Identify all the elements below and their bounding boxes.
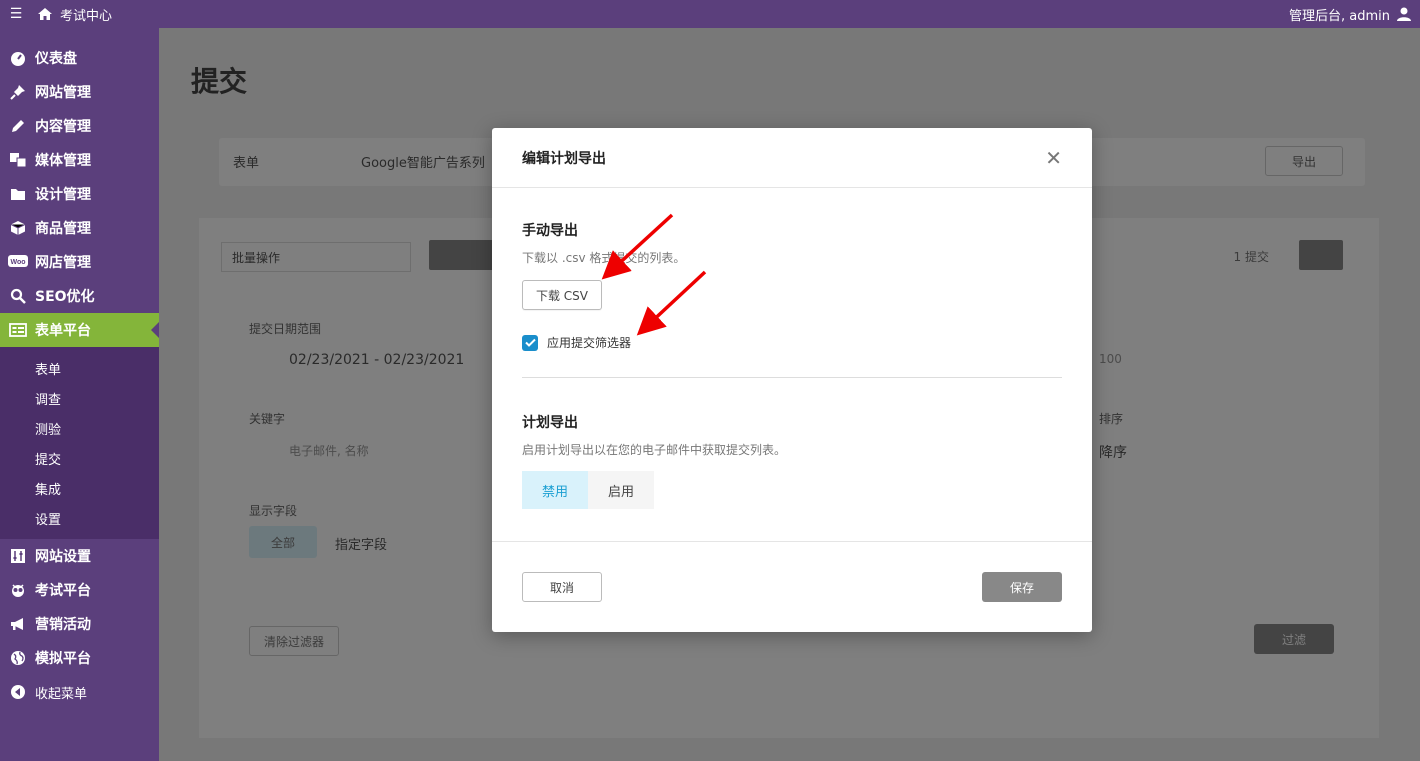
apply-filter-label: 应用提交筛选器 [547, 336, 632, 350]
submenu-item-integrations[interactable]: 集成 [0, 473, 159, 503]
toggle-disable[interactable]: 禁用 [522, 471, 588, 509]
sidebar-item-label: 网站设置 [35, 549, 91, 565]
sidebar-item-simulation[interactable]: 模拟平台 [0, 641, 159, 675]
top-admin-bar: ☰ 考试中心 管理后台, admin [0, 0, 1420, 28]
sidebar-item-label: 网站管理 [35, 85, 91, 101]
sidebar-item-label: 内容管理 [35, 119, 91, 135]
sidebar-item-label: 收起菜单 [35, 686, 88, 702]
form-icon [8, 321, 28, 339]
scheduled-export-title: 计划导出 [522, 415, 578, 431]
forms-submenu: 表单 调查 测验 提交 集成 设置 [0, 347, 159, 539]
modal-header: 编辑计划导出 ✕ [492, 128, 1092, 188]
submenu-item-submissions[interactable]: 提交 [0, 443, 159, 473]
media-icon [8, 151, 28, 169]
pin-icon [8, 83, 28, 101]
globe-icon [8, 649, 28, 667]
sidebar-item-collapse[interactable]: 收起菜单 [0, 675, 159, 709]
sidebar-item-seo[interactable]: SEO优化 [0, 279, 159, 313]
modal-body: 手动导出 下载以 .csv 格式提交的列表。 下载 CSV 应用提交筛选器 计划… [492, 188, 1092, 542]
scheduled-export-section: 计划导出 启用计划导出以在您的电子邮件中获取提交列表。 禁用 启用 [522, 412, 1062, 509]
sidebar-item-label: 仪表盘 [35, 51, 77, 67]
settings-sliders-icon [8, 547, 28, 565]
sidebar-item-exam[interactable]: 考试平台 [0, 573, 159, 607]
sidebar-item-site-settings[interactable]: 网站设置 [0, 539, 159, 573]
scheduled-export-desc: 启用计划导出以在您的电子邮件中获取提交列表。 [522, 443, 787, 457]
user-greeting: 管理后台, admin [1289, 8, 1390, 24]
sidebar-item-label: 表单平台 [35, 323, 91, 339]
sidebar-item-label: SEO优化 [35, 289, 95, 305]
sidebar-item-label: 设计管理 [35, 187, 91, 203]
close-icon[interactable]: ✕ [1045, 148, 1062, 168]
megaphone-icon [8, 615, 28, 633]
modal-footer: 取消 保存 [492, 542, 1092, 632]
sidebar-item-shop[interactable]: Woo 网店管理 [0, 245, 159, 279]
scheduled-export-toggle: 禁用 启用 [522, 471, 654, 509]
download-csv-button[interactable]: 下载 CSV [522, 280, 602, 310]
box-icon [8, 219, 28, 237]
submenu-item-settings[interactable]: 设置 [0, 503, 159, 533]
cancel-button[interactable]: 取消 [522, 572, 602, 602]
site-name-link[interactable]: 考试中心 [60, 5, 112, 24]
sidebar-item-label: 营销活动 [35, 617, 91, 633]
sidebar-item-products[interactable]: 商品管理 [0, 211, 159, 245]
save-button[interactable]: 保存 [982, 572, 1062, 602]
sidebar-item-site[interactable]: 网站管理 [0, 75, 159, 109]
edit-scheduled-export-modal: 编辑计划导出 ✕ 手动导出 下载以 .csv 格式提交的列表。 下载 CSV 应… [492, 128, 1092, 632]
sidebar-item-label: 考试平台 [35, 583, 91, 599]
sidebar-item-marketing[interactable]: 营销活动 [0, 607, 159, 641]
manual-export-title: 手动导出 [522, 223, 578, 239]
sidebar-item-content[interactable]: 内容管理 [0, 109, 159, 143]
dashboard-icon [8, 49, 28, 67]
sidebar-item-label: 网店管理 [35, 255, 91, 271]
manual-export-desc: 下载以 .csv 格式提交的列表。 [522, 251, 686, 265]
pencil-icon [8, 117, 28, 135]
sidebar-item-forms[interactable]: 表单平台 [0, 313, 159, 347]
search-icon [8, 287, 28, 305]
apply-filter-checkbox[interactable] [522, 334, 538, 351]
sidebar-item-dashboard[interactable]: 仪表盘 [0, 41, 159, 75]
submenu-item-forms[interactable]: 表单 [0, 353, 159, 383]
collapse-icon [8, 683, 28, 701]
menu-icon[interactable]: ☰ [0, 6, 32, 22]
woo-icon: Woo [8, 253, 28, 271]
sidebar-item-label: 模拟平台 [35, 651, 91, 667]
check-icon [524, 338, 536, 347]
sidebar-item-media[interactable]: 媒体管理 [0, 143, 159, 177]
sidebar-item-label: 媒体管理 [35, 153, 91, 169]
sidebar: 仪表盘 网站管理 内容管理 媒体管理 设计管理 商品管理 Woo 网店管理 SE… [0, 28, 159, 761]
submenu-item-surveys[interactable]: 调查 [0, 383, 159, 413]
apply-filter-row[interactable]: 应用提交筛选器 [522, 334, 1062, 351]
owl-icon [8, 581, 28, 599]
folder-icon [8, 185, 28, 203]
toggle-enable[interactable]: 启用 [588, 471, 654, 509]
user-icon [1396, 6, 1412, 22]
sidebar-item-label: 商品管理 [35, 221, 91, 237]
home-icon[interactable] [32, 7, 58, 21]
sidebar-item-design[interactable]: 设计管理 [0, 177, 159, 211]
section-divider [522, 377, 1062, 378]
user-menu[interactable]: 管理后台, admin [1289, 5, 1420, 24]
svg-text:Woo: Woo [10, 259, 25, 266]
submenu-item-quizzes[interactable]: 测验 [0, 413, 159, 443]
modal-title: 编辑计划导出 [522, 150, 606, 167]
